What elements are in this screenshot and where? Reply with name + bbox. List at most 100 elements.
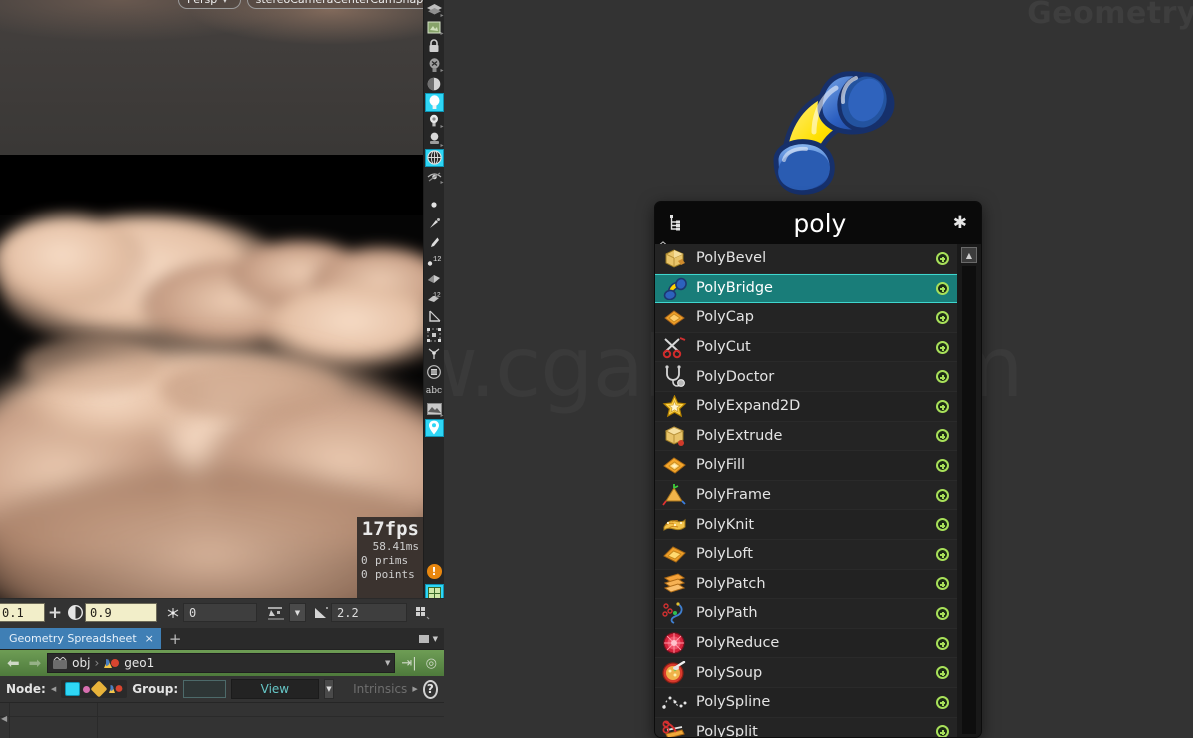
list-item[interactable]: PolyDoctor — [655, 362, 957, 392]
add-node-icon[interactable] — [936, 399, 949, 413]
grid-options-icon[interactable] — [413, 603, 433, 622]
point-node-icon[interactable] — [83, 685, 91, 693]
expand-right-icon[interactable]: ▶ — [412, 685, 417, 693]
add-node-icon[interactable] — [936, 725, 949, 737]
add-node-icon[interactable] — [936, 488, 949, 502]
pane-layout-icon[interactable] — [418, 634, 429, 643]
normals-icon[interactable] — [425, 344, 444, 363]
viewport-pane[interactable]: Persp ▼ stereoCameraCenterCamShape ▼ — [0, 0, 444, 626]
list-item[interactable]: PolyFill — [655, 451, 957, 481]
add-node-icon[interactable] — [936, 340, 949, 354]
list-item[interactable]: PolySplit — [655, 717, 957, 737]
location-pin-icon[interactable] — [424, 418, 444, 438]
tab-geometry-spreadsheet[interactable]: Geometry Spreadsheet × — [0, 628, 161, 649]
chevron-down-icon[interactable]: ▼ — [385, 659, 390, 667]
add-node-icon[interactable] — [936, 429, 949, 443]
view-dropdown-arrow[interactable]: ▼ — [323, 679, 335, 699]
add-node-icon[interactable] — [936, 458, 949, 472]
gamma-field[interactable]: 2.2 — [331, 603, 407, 622]
list-item[interactable]: PolyPath — [655, 599, 957, 629]
gamma-icon[interactable] — [311, 603, 331, 622]
list-item[interactable]: PolySpline — [655, 687, 957, 718]
snap-dropdown[interactable]: ▼ — [289, 603, 306, 622]
environment-sphere-icon[interactable] — [424, 148, 444, 168]
list-item[interactable]: PolyExtrude — [655, 421, 957, 452]
add-node-icon[interactable] — [936, 636, 949, 650]
layers-icon[interactable]: ▸ — [425, 0, 444, 19]
image-plane-icon[interactable]: ▸ — [425, 400, 444, 419]
density-field[interactable]: 0.1 — [0, 603, 45, 622]
path-input[interactable]: obj › geo1 ▼ — [47, 653, 396, 673]
add-tab-button[interactable]: + — [161, 628, 190, 649]
close-icon[interactable]: × — [145, 632, 154, 645]
scroll-up-button[interactable]: ▲ — [961, 247, 977, 263]
add-node-icon[interactable] — [936, 310, 949, 324]
node-control-row[interactable]: Node: ◀ Group: View ▼ Intrinsics ▶ ? — [0, 676, 444, 703]
snap-icon[interactable] — [263, 603, 289, 622]
viewport-display-toolbar[interactable]: ▸ ▸ ▸ ▸ ▸ ▸ 12 12 abc ▸ ! — [423, 0, 444, 626]
scroll-left-icon[interactable]: ◀ — [1, 714, 7, 723]
back-arrow-icon[interactable]: ⬅ — [4, 654, 23, 672]
pane-menu-group[interactable]: ▼ — [418, 628, 444, 649]
angle-icon[interactable] — [425, 307, 444, 326]
help-button[interactable]: ? — [422, 679, 439, 699]
tree-hierarchy-icon[interactable] — [669, 214, 687, 232]
target-icon[interactable]: ◎ — [423, 656, 440, 671]
point-number-icon[interactable]: 12 — [425, 251, 444, 270]
group-input[interactable] — [183, 680, 226, 698]
add-node-icon[interactable] — [936, 547, 949, 561]
node-path-bar[interactable]: ⬅ ➡ obj › geo1 ▼ ⇥| ◎ — [0, 650, 444, 676]
forward-arrow-icon[interactable]: ➡ — [26, 654, 45, 672]
spreadsheet-grid[interactable]: ◀ — [0, 703, 444, 738]
points-icon[interactable] — [163, 603, 183, 622]
intrinsics-label[interactable]: Intrinsics — [339, 682, 407, 696]
tab-node-menu[interactable]: poly ✱ ⌂ PolyBevel PolyBridge PolyCap — [654, 201, 982, 738]
primitive-node-icon[interactable] — [90, 680, 108, 698]
add-button[interactable]: + — [45, 603, 65, 623]
list-item[interactable]: PolyBevel — [655, 244, 957, 274]
list-item[interactable]: PolyBridge — [655, 273, 957, 304]
pin-marker-icon[interactable] — [425, 233, 444, 252]
add-node-icon[interactable] — [936, 281, 949, 295]
ghost-light-icon[interactable]: ▸ — [425, 56, 444, 74]
list-item[interactable]: PolyFrame — [655, 480, 957, 511]
face-number-icon[interactable]: 12 — [425, 289, 444, 308]
viewport-parameter-strip[interactable]: 0.1 + 0.9 0 ▼ 2.2 — [0, 598, 444, 626]
list-item[interactable]: PolyCut — [655, 332, 957, 363]
add-node-icon[interactable] — [936, 606, 949, 620]
node-icon-group[interactable] — [61, 680, 128, 698]
select-point-icon[interactable] — [425, 214, 444, 233]
list-item[interactable]: PolySoup — [655, 658, 957, 688]
pin-path-icon[interactable]: ⇥| — [398, 656, 419, 671]
spreadsheet-tab-bar[interactable]: Geometry Spreadsheet × + ▼ — [0, 628, 444, 650]
chevron-down-icon[interactable]: ▼ — [433, 635, 438, 643]
add-node-icon[interactable] — [936, 695, 949, 709]
add-node-icon[interactable] — [936, 666, 949, 680]
list-item[interactable]: PolyKnit — [655, 510, 957, 540]
node-list[interactable]: PolyBevel PolyBridge PolyCap PolyCut Pol… — [655, 244, 957, 737]
geometry-node-icon[interactable] — [65, 682, 81, 696]
snapshot-icon[interactable]: ▸ — [425, 19, 444, 37]
light-bulb-icon[interactable] — [424, 92, 444, 112]
add-node-icon[interactable] — [936, 370, 949, 384]
list-item[interactable]: PolyPatch — [655, 569, 957, 600]
list-item[interactable]: PolyExpand2D — [655, 391, 957, 422]
shaded-sphere-icon[interactable] — [425, 74, 444, 93]
small-bulb-icon[interactable]: ▸ — [425, 112, 444, 130]
add-node-icon[interactable] — [936, 577, 949, 591]
scrollbar-track[interactable] — [962, 266, 976, 734]
list-item[interactable]: PolyReduce — [655, 628, 957, 659]
detail-node-icon[interactable] — [108, 682, 123, 696]
gear-icon[interactable]: ✱ — [953, 213, 967, 233]
abc-text-icon[interactable]: abc — [425, 381, 444, 400]
camera-pill-stereocam[interactable]: stereoCameraCenterCamShape ▼ — [246, 0, 444, 9]
geometry-spreadsheet-pane[interactable]: Geometry Spreadsheet × + ▼ ⬅ ➡ obj › geo… — [0, 628, 444, 738]
matrix-icon[interactable] — [425, 363, 444, 382]
list-item[interactable]: PolyCap — [655, 303, 957, 333]
bounding-box-icon[interactable] — [425, 326, 444, 345]
collapse-left-icon[interactable]: ◀ — [51, 685, 56, 693]
lock-icon[interactable] — [425, 37, 444, 56]
point-icon[interactable] — [425, 196, 444, 215]
face-icon[interactable] — [425, 270, 444, 289]
warning-badge[interactable]: ! — [426, 564, 442, 579]
